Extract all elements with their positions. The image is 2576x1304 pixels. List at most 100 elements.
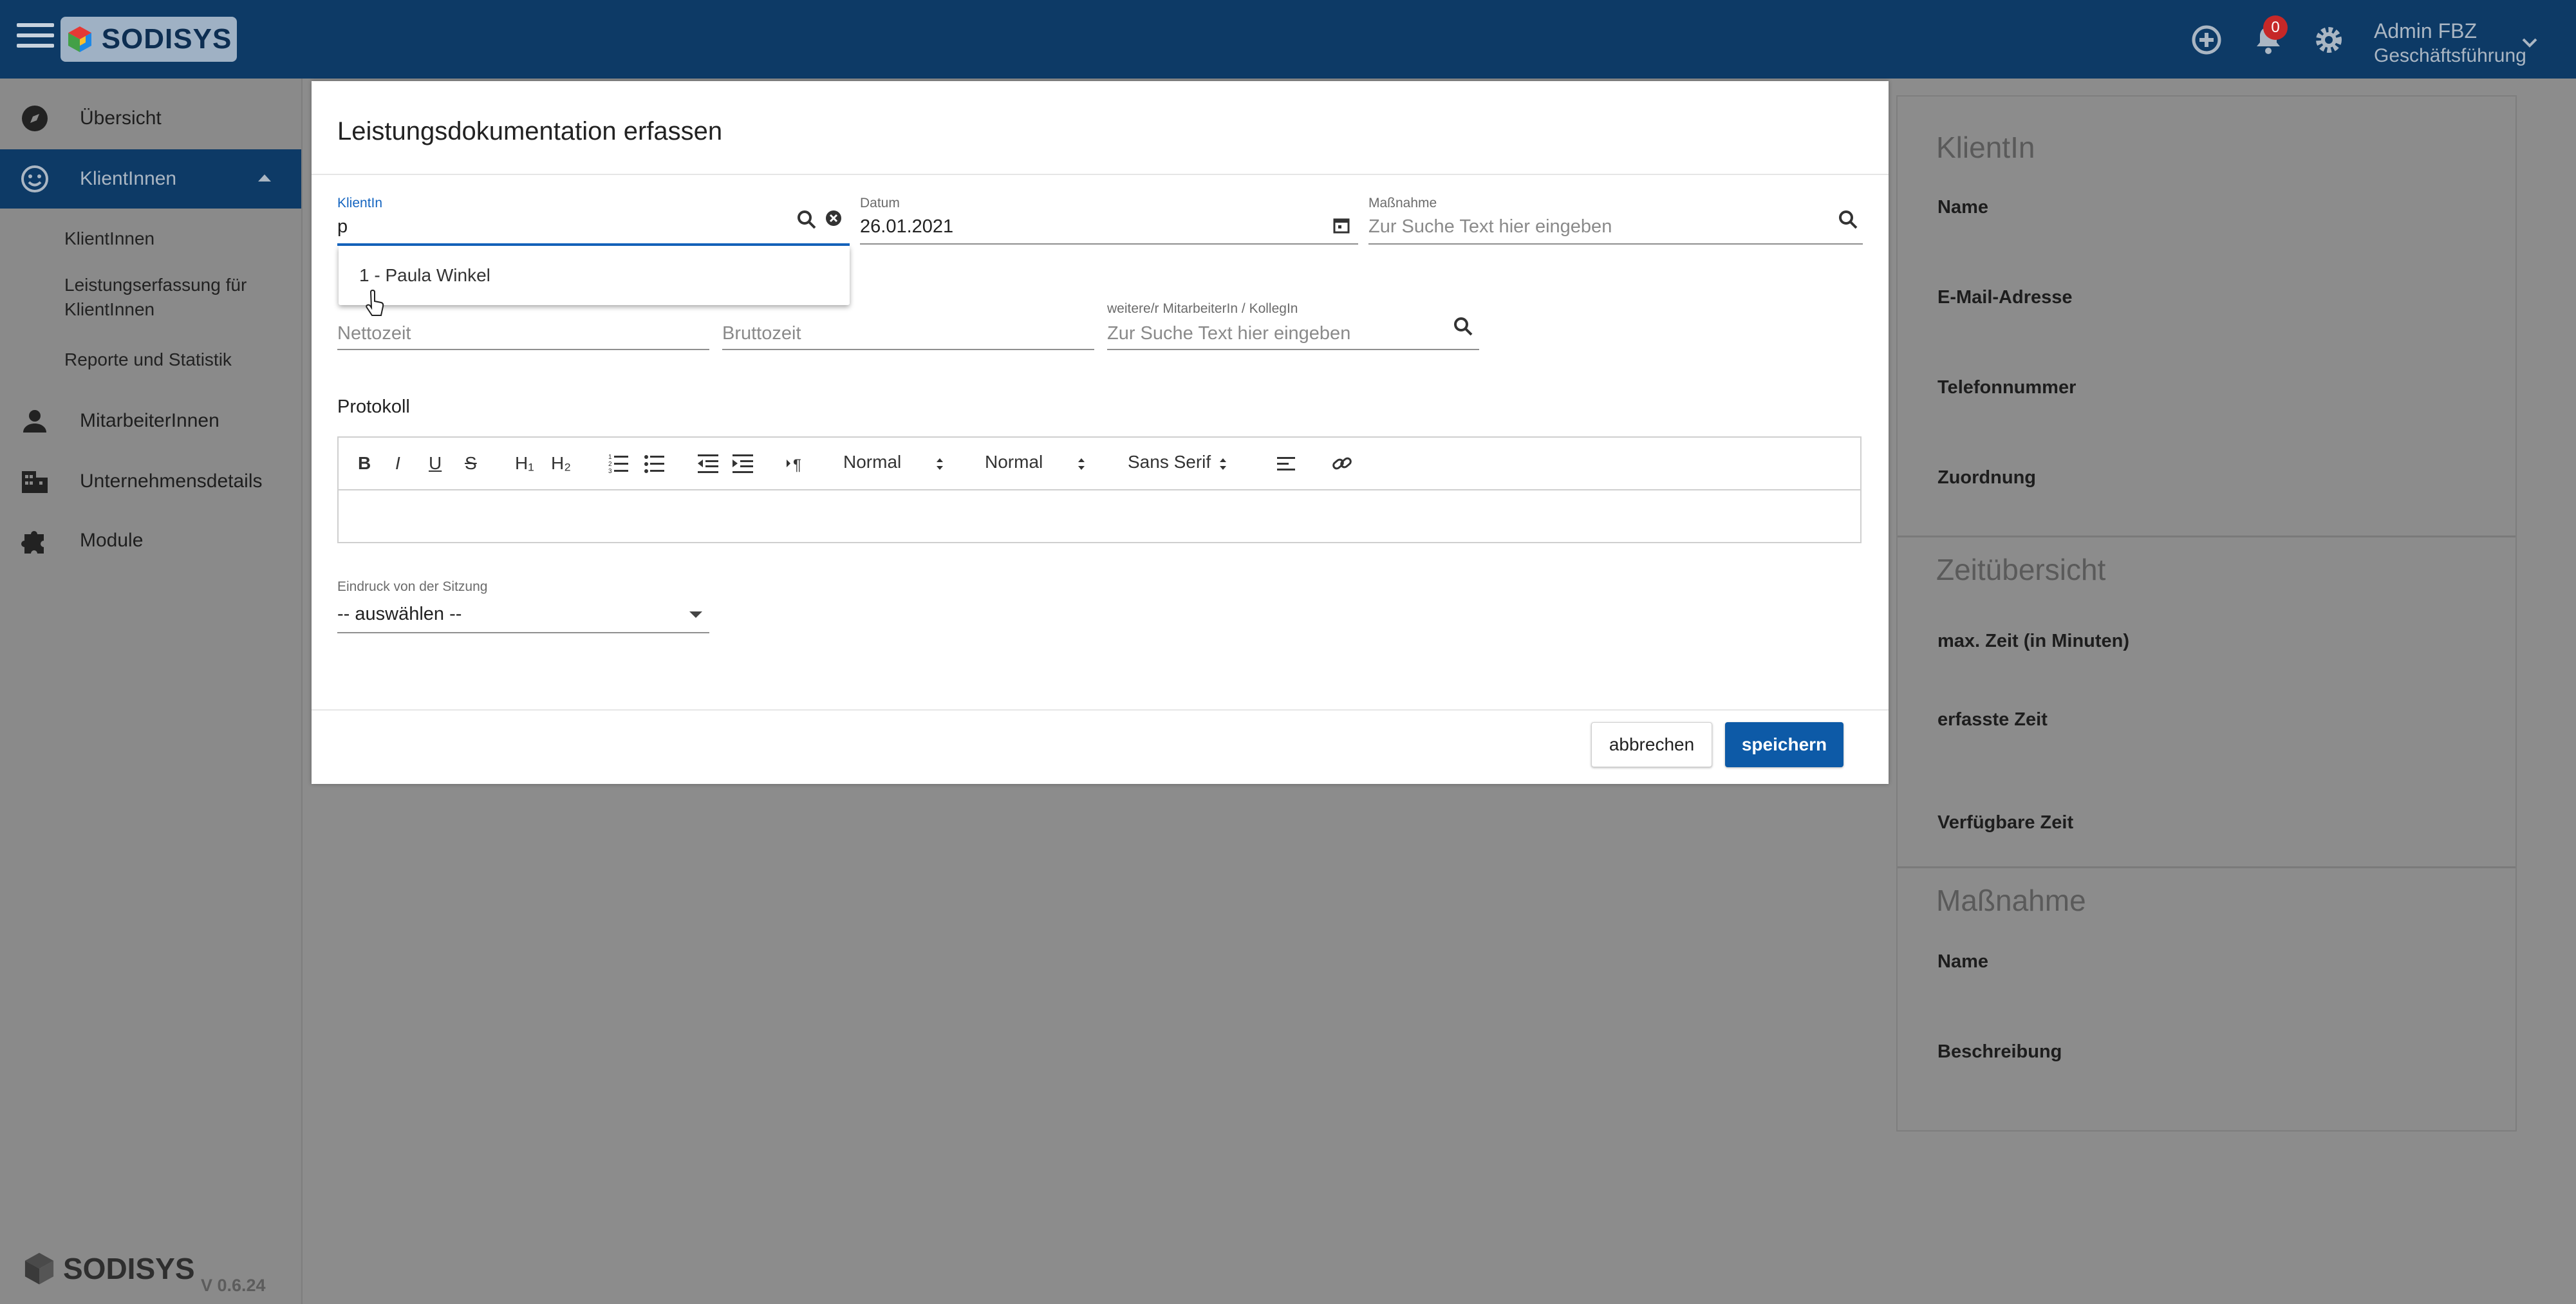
autocomplete-option[interactable]: 1 - Paula Winkel [359, 265, 490, 286]
sidebar: Übersicht KlientInnen KlientInnen Leistu… [0, 79, 303, 1304]
date-input[interactable]: 26.01.2021 [860, 216, 953, 238]
sidebar-subitem-clients[interactable]: KlientInnen [64, 227, 154, 251]
label-available-time: Verfügbare Zeit [1937, 812, 2074, 833]
person-icon [23, 410, 46, 433]
cube-logo-icon [24, 1253, 54, 1285]
net-time-input[interactable]: Nettozeit [337, 323, 411, 344]
strikethrough-button[interactable]: S [465, 451, 477, 476]
link-icon[interactable] [1331, 451, 1353, 476]
compass-icon [22, 106, 48, 131]
hamburger-menu-icon[interactable] [17, 23, 54, 55]
size-select[interactable]: Normal [843, 452, 901, 472]
select-arrows-icon [1078, 458, 1085, 470]
section-title-time: Zeitübersicht [1936, 553, 2106, 586]
bullet-list-icon[interactable] [644, 451, 666, 476]
search-icon[interactable] [1837, 209, 1859, 230]
footer-brand: SODISYS [63, 1252, 195, 1285]
add-circle-icon[interactable] [2189, 22, 2225, 58]
ordered-list-icon[interactable]: 123 [608, 451, 630, 476]
caret-up-icon[interactable] [256, 171, 273, 184]
impression-field-label: Eindruck von der Sitzung [337, 579, 488, 594]
dialog-title: Leistungsdokumentation erfassen [337, 117, 723, 145]
top-app-bar: SODISYS 0 Admin FBZ Geschäftsführung [0, 0, 2576, 79]
sidebar-subitem-reports[interactable]: Reporte und Statistik [64, 348, 232, 372]
service-documentation-dialog: Leistungsdokumentation erfassen KlientIn… [312, 81, 1889, 784]
text-direction-icon[interactable]: ¶ [785, 451, 807, 476]
sidebar-item-label: Unternehmensdetails [80, 470, 263, 492]
heading2-button[interactable]: H₂ [551, 451, 571, 476]
sidebar-item-employees[interactable]: MitarbeiterInnen [0, 391, 301, 451]
indent-icon[interactable] [731, 451, 754, 476]
label-name: Name [1937, 197, 1988, 218]
sidebar-item-company[interactable]: Unternehmensdetails [0, 452, 301, 511]
sidebar-subitem-service-recording[interactable]: Leistungserfassung für KlientInnen [64, 273, 247, 322]
dropdown-arrow-icon[interactable] [687, 609, 704, 620]
label-email: E-Mail-Adresse [1937, 287, 2073, 308]
impression-field-underline [337, 632, 709, 633]
label-recorded-time: erfasste Zeit [1937, 709, 2048, 730]
puzzle-icon [21, 530, 44, 554]
search-icon[interactable] [1452, 315, 1474, 337]
measure-search-input[interactable]: Zur Suche Text hier eingeben [1368, 216, 1612, 238]
editor-toolbar: B I U S H₁ H₂ 123 ¶ Normal Normal Sans S… [339, 438, 1860, 490]
select-arrows-icon [937, 458, 943, 470]
net-time-underline [337, 349, 709, 350]
sidebar-item-label: Übersicht [80, 107, 162, 129]
sidebar-item-label: KlientInnen [80, 168, 177, 189]
version-label: V 0.6.24 [201, 1276, 266, 1295]
bold-button[interactable]: B [358, 451, 371, 476]
gross-time-input[interactable]: Bruttozeit [722, 323, 801, 344]
colleague-search-input[interactable]: Zur Suche Text hier eingeben [1107, 323, 1350, 344]
section-divider [1898, 866, 2515, 868]
label-phone: Telefonnummer [1937, 377, 2077, 398]
save-button[interactable]: speichern [1725, 722, 1843, 767]
sidebar-item-label: MitarbeiterInnen [80, 410, 219, 431]
clear-icon[interactable] [824, 209, 843, 228]
sidebar-item-overview[interactable]: Übersicht [0, 89, 301, 148]
client-autocomplete-dropdown: 1 - Paula Winkel [339, 246, 850, 305]
section-divider [1898, 536, 2515, 537]
notification-badge: 0 [2263, 15, 2288, 40]
user-role: Geschäftsführung [2374, 45, 2526, 66]
outdent-icon[interactable] [696, 451, 720, 476]
svg-text:2: 2 [608, 461, 612, 468]
gross-time-underline [722, 349, 1094, 350]
brand-logo[interactable]: SODISYS [61, 17, 237, 62]
date-field-underline [860, 243, 1358, 245]
search-icon[interactable] [796, 209, 817, 230]
section-title-measure: Maßnahme [1936, 884, 2086, 917]
date-field-label: Datum [860, 196, 900, 210]
sidebar-item-modules[interactable]: Module [0, 511, 301, 570]
sidebar-item-clients[interactable]: KlientInnen [0, 149, 301, 209]
gear-icon[interactable] [2311, 22, 2347, 58]
subitem-label: Reporte und Statistik [64, 349, 232, 369]
subitem-label: KlientInnen [64, 228, 155, 248]
align-left-icon[interactable] [1276, 451, 1296, 476]
building-icon [22, 471, 48, 493]
subitem-label: KlientInnen [64, 299, 155, 319]
header-select[interactable]: Normal [985, 452, 1043, 472]
hand-pointer-icon [366, 290, 384, 316]
impression-select[interactable]: -- auswählen -- [337, 604, 462, 625]
label-measure-name: Name [1937, 951, 1988, 972]
measure-field-label: Maßnahme [1368, 196, 1437, 210]
font-select[interactable]: Sans Serif [1128, 452, 1211, 472]
smiley-icon [21, 165, 48, 192]
label-assignment: Zuordnung [1937, 467, 2037, 488]
cube-logo-icon [68, 26, 91, 52]
heading1-button[interactable]: H₁ [515, 451, 534, 476]
label-max-time: max. Zeit (in Minuten) [1937, 631, 2130, 651]
colleague-field-underline [1107, 349, 1479, 350]
user-name[interactable]: Admin FBZ [2374, 19, 2477, 43]
cancel-button[interactable]: abbrechen [1591, 722, 1712, 767]
calendar-icon[interactable] [1332, 216, 1350, 234]
subitem-label: Leistungserfassung für [64, 275, 247, 295]
client-field-label: KlientIn [337, 196, 383, 210]
svg-text:¶: ¶ [793, 456, 801, 474]
underline-button[interactable]: U [429, 451, 442, 476]
chevron-down-icon[interactable] [2518, 31, 2541, 54]
client-search-input[interactable]: p [337, 216, 348, 238]
section-title-client: KlientIn [1936, 131, 2035, 164]
italic-button[interactable]: I [395, 451, 400, 476]
protocol-label: Protokoll [337, 396, 410, 417]
